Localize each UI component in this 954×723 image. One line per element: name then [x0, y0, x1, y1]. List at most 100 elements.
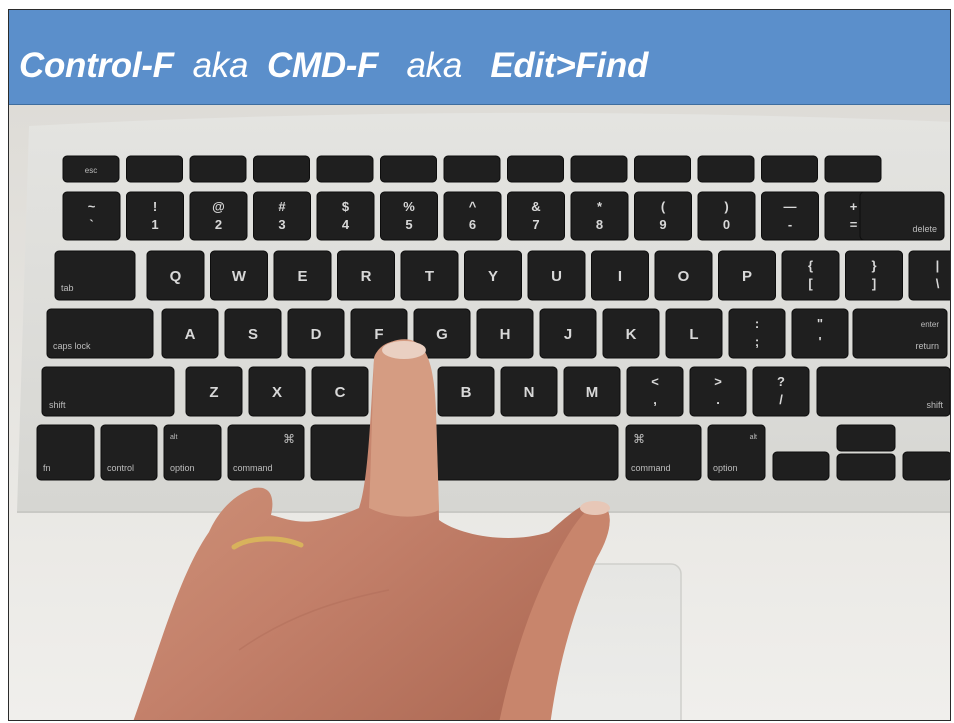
key-4-top: #	[278, 199, 286, 214]
key-10-bottom: 9	[659, 217, 666, 232]
key-8-bottom: 7	[532, 217, 539, 232]
key-a-label: A	[185, 326, 196, 343]
index-fingernail	[382, 341, 426, 359]
key-r-label: R	[361, 268, 372, 285]
key-bpunct-1-bottom: ,	[653, 392, 657, 407]
key-f11	[761, 155, 818, 183]
key-7-top: ^	[469, 199, 477, 214]
key-punct-1-bottom: ;	[755, 334, 759, 349]
key-bracket-2-top: }	[871, 258, 876, 273]
key-k-label: K	[626, 326, 637, 343]
key-c-label: C	[335, 384, 346, 401]
key-bracket-3	[908, 250, 950, 301]
key-bracket-1-top: {	[808, 258, 813, 273]
index-finger	[369, 339, 439, 517]
key-f10	[697, 155, 755, 183]
key-option-right-label: option	[713, 463, 738, 473]
slide: Control-F aka CMD-F aka Edit>Find esc ~ …	[0, 0, 954, 723]
key-y-label: Y	[488, 268, 498, 285]
slide-title: Control-F aka CMD-F aka Edit>Find	[19, 46, 648, 86]
key-f5	[380, 155, 437, 183]
key-bpunct-3-bottom: /	[779, 392, 783, 407]
key-t-label: T	[425, 268, 434, 285]
key-arrow-up	[836, 424, 896, 452]
slide-frame: Control-F aka CMD-F aka Edit>Find esc ~ …	[8, 9, 951, 721]
key-label-esc: esc	[85, 166, 97, 175]
key-f12	[824, 155, 882, 183]
key-punct-2-top: "	[817, 316, 823, 331]
key-alt-right-label: alt	[750, 434, 757, 441]
key-6-top: %	[403, 199, 415, 214]
key-f9	[634, 155, 691, 183]
key-f6	[443, 155, 501, 183]
key-f-label: F	[374, 326, 383, 343]
key-b-label: B	[461, 384, 472, 401]
key-13-bottom: =	[850, 217, 858, 232]
key-2-bottom: 1	[151, 217, 158, 232]
key-arrow-left	[772, 451, 830, 481]
key-o-label: O	[678, 268, 690, 285]
key-bpunct-3-top: ?	[777, 374, 785, 389]
key-shift-right-label: shift	[926, 400, 943, 410]
key-fn-label: fn	[43, 463, 51, 473]
key-11-bottom: 0	[723, 217, 730, 232]
photo-canvas: esc~`!1@2#3$4%5^6&7*8(9)0—-+= deletetabQ W…	[9, 104, 950, 720]
thumb-nail	[580, 501, 610, 515]
key-f4	[316, 155, 374, 183]
key-3-bottom: 2	[215, 217, 222, 232]
key-punct-1-top: :	[755, 316, 759, 331]
key-bpunct-2-bottom: .	[716, 392, 720, 407]
key-bpunct-1-top: <	[651, 374, 659, 389]
key-bpunct-2-top: >	[714, 374, 722, 389]
key-12-bottom: -	[788, 217, 792, 232]
title-cmd-f: CMD-F	[266, 46, 379, 85]
key-13-top: +	[850, 199, 858, 214]
key-shift-left-label: shift	[49, 400, 66, 410]
key-bracket-1-bottom: [	[808, 276, 813, 291]
title-bar: Control-F aka CMD-F aka Edit>Find	[9, 10, 950, 105]
key-x-label: X	[272, 384, 282, 401]
key-8-top: &	[531, 199, 540, 214]
key-l-label: L	[689, 326, 698, 343]
key-bracket-3-top: |	[936, 258, 940, 273]
key-5-bottom: 4	[342, 217, 350, 232]
key-z-label: Z	[209, 384, 218, 401]
key-return-label: return	[915, 341, 939, 351]
key-11-top: )	[724, 199, 728, 214]
key-enter-label: enter	[921, 320, 940, 329]
key-j-label: J	[564, 326, 572, 343]
key-6-bottom: 5	[405, 217, 412, 232]
key-f8	[570, 155, 628, 183]
key-u-label: U	[551, 268, 562, 285]
key-alt-left-label: alt	[170, 434, 177, 441]
key-9-bottom: 8	[596, 217, 603, 232]
key-f7	[507, 155, 564, 183]
title-control-f: Control-F	[19, 46, 174, 85]
key-f3	[253, 155, 310, 183]
key-f2	[189, 155, 247, 183]
key-7-bottom: 6	[469, 217, 476, 232]
key-g-label: G	[436, 326, 448, 343]
key-12-top: —	[784, 199, 797, 214]
keyboard-photo: esc ~ `! 1 @2 #3 $4% 5 ^ 6 & 7 * 8(9) 0— - + = delete tab Q W…	[9, 104, 950, 720]
key-cmd-right-symbol: ⌘	[633, 432, 645, 446]
key-3-top: @	[212, 199, 225, 214]
title-edit-find: Edit>Find	[490, 46, 649, 85]
key-5-top: $	[342, 199, 350, 214]
key-i-label: I	[618, 268, 622, 285]
key-bracket-3-bottom: \	[936, 276, 940, 291]
title-aka-2: aka	[378, 46, 491, 85]
key-q-label: Q	[170, 268, 182, 285]
key-arrow-right	[902, 451, 950, 481]
key-h-label: H	[500, 326, 511, 343]
key-2-top: !	[153, 199, 157, 214]
key-arrow-down	[836, 453, 896, 481]
key-w-label: W	[232, 268, 247, 285]
key-cmd-left-symbol: ⌘	[283, 432, 295, 446]
key-caps-lock-label: caps lock	[53, 341, 91, 351]
key-option-left-label: option	[170, 463, 195, 473]
key-n-label: N	[524, 384, 535, 401]
key-control-label: control	[107, 463, 134, 473]
key-space	[310, 424, 619, 481]
key-d-label: D	[311, 326, 322, 343]
